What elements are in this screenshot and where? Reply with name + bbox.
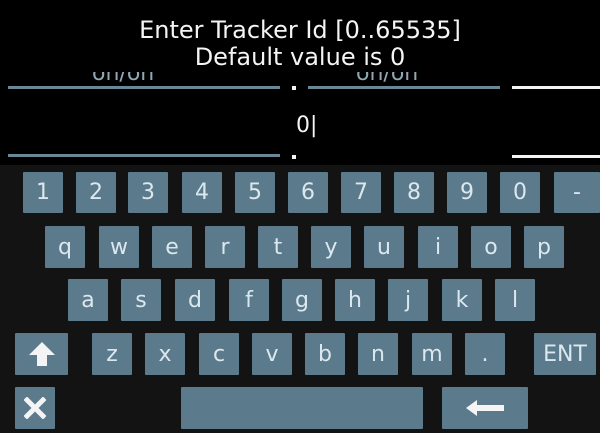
key-3[interactable]: 3 bbox=[128, 172, 168, 213]
key-1[interactable]: 1 bbox=[23, 172, 63, 213]
divider-dot bbox=[292, 86, 296, 90]
enter-key[interactable]: ENT bbox=[534, 333, 596, 375]
cancel-key[interactable] bbox=[15, 387, 55, 429]
key-a[interactable]: a bbox=[68, 279, 108, 321]
key-m[interactable]: m bbox=[412, 333, 452, 375]
close-icon bbox=[24, 397, 46, 419]
background-field-label-left: on/on bbox=[92, 72, 155, 86]
backspace-key[interactable] bbox=[442, 387, 528, 429]
background-field-label-right: on/on bbox=[356, 72, 419, 86]
key-s[interactable]: s bbox=[121, 279, 161, 321]
key-u[interactable]: u bbox=[364, 226, 404, 268]
up-arrow-icon bbox=[28, 342, 55, 366]
background-field-underline-mid bbox=[308, 86, 500, 89]
key-d[interactable]: d bbox=[175, 279, 215, 321]
input-underline-left bbox=[8, 154, 280, 157]
background-field-underline-right bbox=[512, 86, 600, 89]
key-e[interactable]: e bbox=[152, 226, 192, 268]
shift-key[interactable] bbox=[15, 333, 68, 375]
key-p[interactable]: p bbox=[524, 226, 564, 268]
tracker-id-input[interactable]: 0| bbox=[296, 112, 317, 140]
key-l[interactable]: l bbox=[495, 279, 535, 321]
key-0[interactable]: 0 bbox=[500, 172, 540, 213]
key-minus[interactable]: - bbox=[554, 172, 600, 213]
key-j[interactable]: j bbox=[388, 279, 428, 321]
key-5[interactable]: 5 bbox=[235, 172, 275, 213]
key-9[interactable]: 9 bbox=[447, 172, 487, 213]
key-k[interactable]: k bbox=[442, 279, 482, 321]
key-y[interactable]: y bbox=[311, 226, 351, 268]
key-v[interactable]: v bbox=[252, 333, 292, 375]
key-r[interactable]: r bbox=[205, 226, 245, 268]
key-t[interactable]: t bbox=[258, 226, 298, 268]
key-w[interactable]: w bbox=[99, 226, 139, 268]
key-b[interactable]: b bbox=[305, 333, 345, 375]
key-h[interactable]: h bbox=[335, 279, 375, 321]
key-i[interactable]: i bbox=[418, 226, 458, 268]
key-q[interactable]: q bbox=[45, 226, 85, 268]
input-underline-right bbox=[512, 155, 600, 158]
key-7[interactable]: 7 bbox=[341, 172, 381, 213]
key-4[interactable]: 4 bbox=[182, 172, 222, 213]
key-6[interactable]: 6 bbox=[288, 172, 328, 213]
key-8[interactable]: 8 bbox=[394, 172, 434, 213]
key-o[interactable]: o bbox=[471, 226, 511, 268]
key-g[interactable]: g bbox=[282, 279, 322, 321]
key-2[interactable]: 2 bbox=[76, 172, 116, 213]
background-field-underline-left bbox=[8, 86, 280, 89]
key-f[interactable]: f bbox=[229, 279, 269, 321]
divider-dot bbox=[292, 155, 296, 159]
key-c[interactable]: c bbox=[199, 333, 239, 375]
prompt-default-hint: Default value is 0 bbox=[194, 43, 406, 71]
left-arrow-icon bbox=[466, 400, 504, 416]
key-n[interactable]: n bbox=[358, 333, 398, 375]
key-period[interactable]: . bbox=[465, 333, 505, 375]
key-z[interactable]: z bbox=[92, 333, 132, 375]
key-x[interactable]: x bbox=[145, 333, 185, 375]
space-key[interactable] bbox=[181, 387, 423, 429]
prompt-title: Enter Tracker Id [0..65535] bbox=[139, 16, 461, 44]
